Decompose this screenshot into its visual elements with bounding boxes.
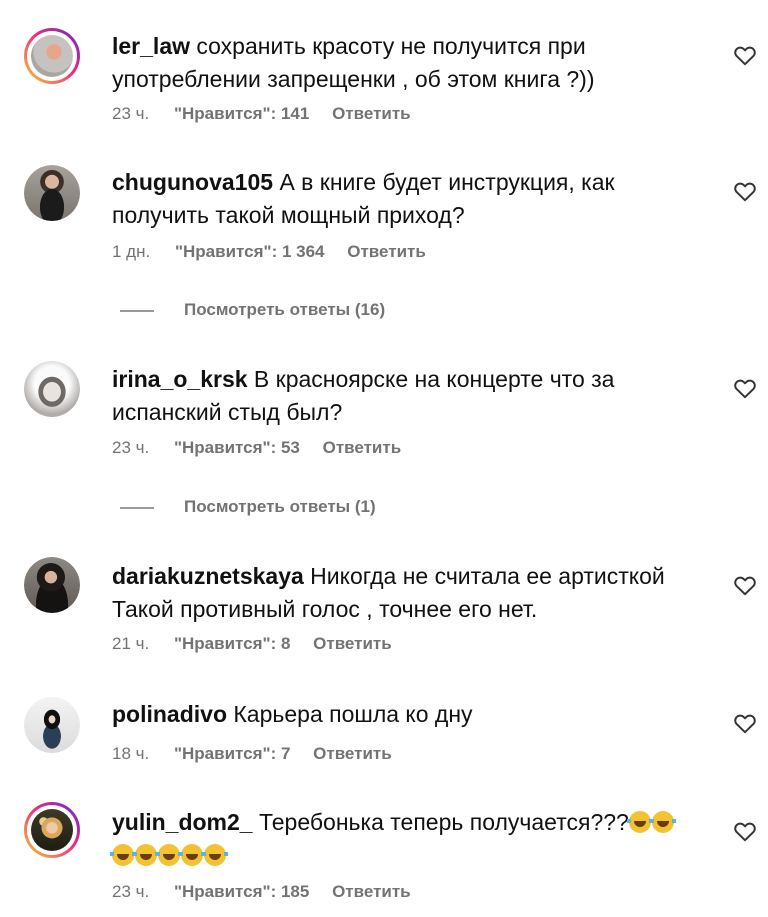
comment-meta: 23 ч. "Нравится": 185 Ответить <box>112 882 411 902</box>
comment-username[interactable]: chugunova105 <box>112 169 273 195</box>
laugh-emoji-icon <box>156 844 182 866</box>
comment-body: dariakuznetskaya Никогда не считала ее а… <box>112 560 712 626</box>
avatar[interactable] <box>24 557 80 613</box>
heart-icon[interactable] <box>732 375 758 401</box>
reply-button[interactable]: Ответить <box>347 242 426 262</box>
avatar-image <box>31 35 73 77</box>
avatar[interactable] <box>24 802 80 858</box>
reply-button[interactable]: Ответить <box>323 438 402 458</box>
comment-time: 18 ч. <box>112 744 150 763</box>
laugh-emoji-icon <box>649 811 676 833</box>
reply-button[interactable]: Ответить <box>313 634 392 654</box>
avatar[interactable] <box>24 361 80 417</box>
avatar[interactable] <box>24 697 80 753</box>
comment-username[interactable]: dariakuznetskaya <box>112 563 304 589</box>
comment-likes[interactable]: "Нравится": 141 <box>174 104 309 124</box>
divider <box>120 506 154 509</box>
comment-likes[interactable]: "Нравится": 7 <box>174 744 290 764</box>
comment-username[interactable]: ler_law <box>112 33 190 59</box>
reply-button[interactable]: Ответить <box>332 104 411 124</box>
comment-body: polinadivo Карьера пошла ко дну <box>112 698 702 731</box>
comment-username[interactable]: irina_o_krsk <box>112 366 248 392</box>
comment-time: 23 ч. <box>112 438 150 457</box>
view-replies-button[interactable]: Посмотреть ответы (16) <box>120 300 385 320</box>
comment-body: yulin_dom2_ Теребонька теперь получается… <box>110 806 702 872</box>
reply-button[interactable]: Ответить <box>313 744 392 764</box>
comment-body: ler_law сохранить красоту не получится п… <box>112 30 652 96</box>
avatar-image <box>24 361 80 417</box>
comment-body: chugunova105 А в книге будет инструкция,… <box>112 166 662 232</box>
comment-text: Теребонька теперь получается??? <box>259 809 629 835</box>
comment-username[interactable]: yulin_dom2_ <box>112 809 253 835</box>
comment-likes[interactable]: "Нравится": 53 <box>174 438 300 458</box>
laugh-emoji-icon <box>626 811 653 833</box>
view-replies-label: Посмотреть ответы (1) <box>184 497 376 516</box>
emoji-row <box>110 842 228 868</box>
heart-icon[interactable] <box>732 710 758 736</box>
view-replies-label: Посмотреть ответы (16) <box>184 300 386 319</box>
comment-meta: 21 ч. "Нравится": 8 Ответить <box>112 634 392 654</box>
comment-likes[interactable]: "Нравится": 185 <box>174 882 309 902</box>
comment-meta: 18 ч. "Нравится": 7 Ответить <box>112 744 392 764</box>
comment-body: irina_o_krsk В красноярске на концерте ч… <box>112 363 672 429</box>
heart-icon[interactable] <box>732 42 758 68</box>
comment-likes[interactable]: "Нравится": 1 364 <box>175 242 325 262</box>
laugh-emoji-icon <box>179 844 205 866</box>
comment-meta: 23 ч. "Нравится": 141 Ответить <box>112 104 411 124</box>
laugh-emoji-icon <box>133 844 159 866</box>
heart-icon[interactable] <box>732 572 758 598</box>
laugh-emoji-icon <box>110 844 136 866</box>
view-replies-button[interactable]: Посмотреть ответы (1) <box>120 497 376 517</box>
heart-icon[interactable] <box>732 818 758 844</box>
avatar[interactable] <box>24 165 80 221</box>
avatar-image <box>24 697 80 753</box>
divider <box>120 309 154 312</box>
comment-text: Карьера пошла ко дну <box>233 701 473 727</box>
comment-likes[interactable]: "Нравится": 8 <box>174 634 290 654</box>
emoji-row <box>626 809 676 835</box>
comment-time: 23 ч. <box>112 882 150 901</box>
comment-username[interactable]: polinadivo <box>112 701 227 727</box>
heart-icon[interactable] <box>732 178 758 204</box>
comment-time: 1 дн. <box>112 242 151 261</box>
laugh-emoji-icon <box>202 844 228 866</box>
avatar-image <box>24 557 80 613</box>
avatar[interactable] <box>24 28 80 84</box>
reply-button[interactable]: Ответить <box>332 882 411 902</box>
comment-time: 23 ч. <box>112 104 150 123</box>
comment-meta: 1 дн. "Нравится": 1 364 Ответить <box>112 242 426 262</box>
comment-time: 21 ч. <box>112 634 150 653</box>
comment-meta: 23 ч. "Нравится": 53 Ответить <box>112 438 401 458</box>
avatar-image <box>24 165 80 221</box>
avatar-image <box>31 809 73 851</box>
